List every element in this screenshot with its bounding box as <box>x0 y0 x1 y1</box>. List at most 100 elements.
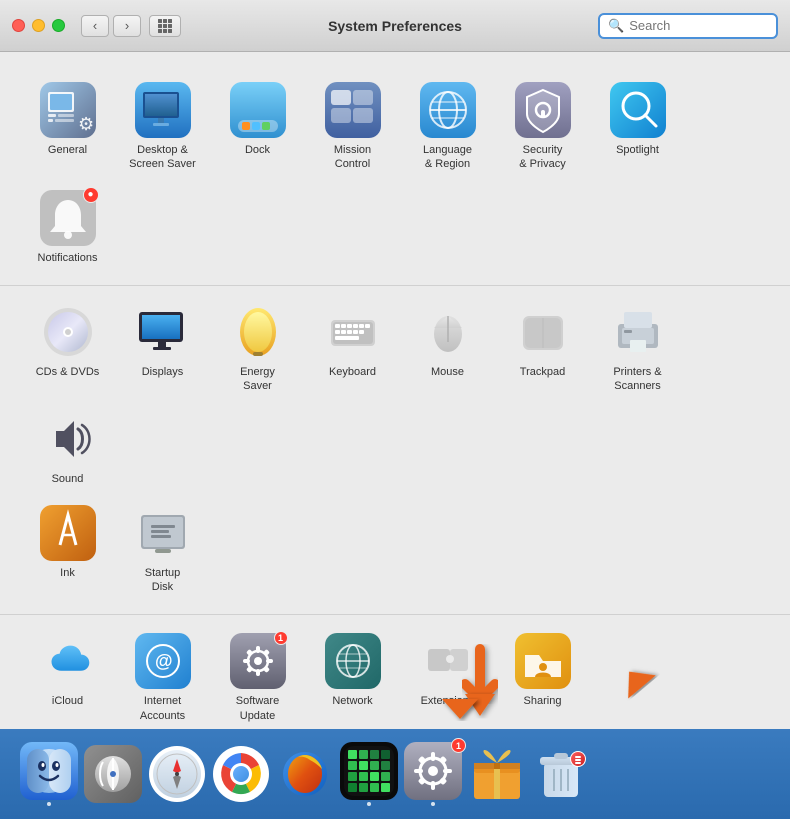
notifications-icon: ● <box>40 190 96 246</box>
dock-item-safari[interactable] <box>148 745 206 803</box>
energy-icon <box>230 304 286 360</box>
finder-dot <box>47 802 51 806</box>
giftbox-icon <box>468 745 526 803</box>
pref-startup[interactable]: StartupDisk <box>115 495 210 603</box>
close-button[interactable] <box>12 19 25 32</box>
notifications-badge: ● <box>83 187 99 203</box>
sound-label: Sound <box>52 472 84 486</box>
pref-network[interactable]: Network <box>305 623 400 729</box>
dock-item-chrome[interactable] <box>212 745 270 803</box>
fullscreen-button[interactable] <box>52 19 65 32</box>
trackpad-label: Trackpad <box>520 365 565 379</box>
dock-item-sysprefs[interactable]: 1 <box>404 742 462 806</box>
section-internet: iCloud @ InternetAccounts <box>0 615 790 729</box>
icon-grid-hardware2: Ink StartupDisk <box>20 495 770 603</box>
dock-item-giftbox[interactable] <box>468 745 526 803</box>
extensions-label: Extensions <box>421 694 475 708</box>
pref-ink[interactable]: Ink <box>20 495 115 603</box>
search-icon: 🔍 <box>608 18 624 34</box>
displays-label: Displays <box>142 365 184 379</box>
pref-spotlight[interactable]: Spotlight <box>590 72 685 180</box>
titlebar: ‹ › System Preferences 🔍 <box>0 0 790 52</box>
keyboard-label: Keyboard <box>329 365 376 379</box>
pref-sound[interactable]: Sound <box>20 401 115 494</box>
pref-mission[interactable]: MissionControl <box>305 72 400 180</box>
dock-item-pixelmator[interactable] <box>340 742 398 806</box>
software-update-icon: 1 <box>230 633 286 689</box>
grid-view-button[interactable] <box>149 15 181 37</box>
launchpad-icon <box>84 745 142 803</box>
icon-grid-hardware: CDs & DVDs Displays <box>20 294 770 495</box>
spotlight-icon <box>610 82 666 138</box>
spotlight-label: Spotlight <box>616 143 659 157</box>
pixelmator-dot <box>367 802 371 806</box>
ink-icon <box>40 505 96 561</box>
pref-extensions[interactable]: Extensions <box>400 623 495 729</box>
ink-label: Ink <box>60 566 75 580</box>
network-icon <box>325 633 381 689</box>
pref-general[interactable]: ⚙ General <box>20 72 115 180</box>
finder-icon <box>20 742 78 800</box>
internet-accounts-icon: @ <box>135 633 191 689</box>
dock-label: Dock <box>245 143 270 157</box>
mission-label: MissionControl <box>334 143 371 172</box>
mission-icon <box>325 82 381 138</box>
search-box[interactable]: 🔍 <box>598 13 778 39</box>
pixelmator-icon <box>340 742 398 800</box>
software-update-label: SoftwareUpdate <box>236 694 279 723</box>
icloud-label: iCloud <box>52 694 83 708</box>
safari-icon <box>148 745 206 803</box>
section-hardware: CDs & DVDs Displays <box>0 286 790 615</box>
cds-label: CDs & DVDs <box>36 365 100 379</box>
extensions-icon <box>420 633 476 689</box>
pref-language[interactable]: Language& Region <box>400 72 495 180</box>
internet-accounts-label: InternetAccounts <box>140 694 185 723</box>
pref-trackpad[interactable]: Trackpad <box>495 294 590 402</box>
dock-icon <box>230 82 286 138</box>
pref-desktop[interactable]: Desktop &Screen Saver <box>115 72 210 180</box>
sharing-icon <box>515 633 571 689</box>
startup-label: StartupDisk <box>145 566 180 595</box>
network-label: Network <box>332 694 372 708</box>
pref-security[interactable]: Security& Privacy <box>495 72 590 180</box>
desktop-icon <box>135 82 191 138</box>
language-icon <box>420 82 476 138</box>
section-personal: ⚙ General Desktop <box>0 64 790 286</box>
dock: 1 <box>0 729 790 819</box>
pref-mouse[interactable]: Mouse <box>400 294 495 402</box>
pref-dock[interactable]: Dock <box>210 72 305 180</box>
icon-grid-personal: ⚙ General Desktop <box>20 72 770 273</box>
pref-keyboard[interactable]: Keyboard <box>305 294 400 402</box>
mouse-label: Mouse <box>431 365 464 379</box>
trackpad-icon <box>515 304 571 360</box>
main-content: ⚙ General Desktop <box>0 52 790 729</box>
pref-software-update[interactable]: 1 SoftwareUpdate <box>210 623 305 729</box>
traffic-lights <box>12 19 65 32</box>
pref-notifications[interactable]: ● Notifications <box>20 180 115 273</box>
pref-energy[interactable]: EnergySaver <box>210 294 305 402</box>
back-button[interactable]: ‹ <box>81 15 109 37</box>
desktop-label: Desktop &Screen Saver <box>129 143 196 172</box>
pref-icloud[interactable]: iCloud <box>20 623 115 729</box>
pref-displays[interactable]: Displays <box>115 294 210 402</box>
forward-button[interactable]: › <box>113 15 141 37</box>
pref-printers[interactable]: Printers &Scanners <box>590 294 685 402</box>
dock-item-firefox[interactable] <box>276 745 334 803</box>
minimize-button[interactable] <box>32 19 45 32</box>
pref-cds[interactable]: CDs & DVDs <box>20 294 115 402</box>
pref-sharing[interactable]: Sharing <box>495 623 590 729</box>
keyboard-icon <box>325 304 381 360</box>
dock-item-launchpad[interactable] <box>84 745 142 803</box>
security-icon <box>515 82 571 138</box>
dock-item-trash[interactable] <box>532 745 590 803</box>
sysprefs-dot <box>431 802 435 806</box>
general-label: General <box>48 143 87 157</box>
mouse-icon <box>420 304 476 360</box>
pref-internet-accounts[interactable]: @ InternetAccounts <box>115 623 210 729</box>
dock-item-finder[interactable] <box>20 742 78 806</box>
nav-buttons: ‹ › <box>81 15 181 37</box>
energy-label: EnergySaver <box>240 365 275 394</box>
icon-grid-internet: iCloud @ InternetAccounts <box>20 623 770 729</box>
sharing-label: Sharing <box>524 694 562 708</box>
search-input[interactable] <box>629 18 768 33</box>
